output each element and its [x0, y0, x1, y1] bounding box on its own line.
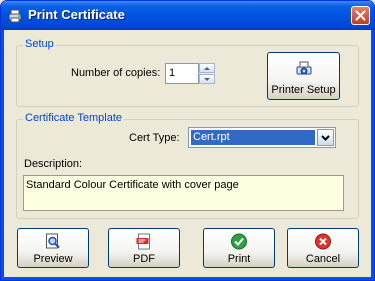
- window-frame-right: [371, 30, 374, 280]
- cert-type-dropdown-button[interactable]: [317, 129, 334, 146]
- print-button[interactable]: Print: [203, 228, 275, 268]
- cancel-label: Cancel: [305, 253, 341, 265]
- cancel-icon: [315, 233, 331, 250]
- preview-label: Preview: [33, 253, 73, 265]
- copies-spinner: [199, 63, 215, 84]
- printer-setup-icon: [296, 61, 311, 75]
- pdf-icon: [136, 233, 150, 250]
- description-label: Description:: [24, 158, 83, 170]
- cert-type-label: Cert Type:: [129, 132, 180, 144]
- arrow-up-icon: [204, 67, 210, 70]
- pdf-button[interactable]: PDF: [108, 228, 180, 268]
- preview-icon: [46, 233, 60, 249]
- printer-app-icon: [8, 9, 22, 23]
- cancel-button[interactable]: Cancel: [287, 228, 359, 268]
- copies-label: Number of copies:: [71, 67, 161, 79]
- cert-type-select[interactable]: Cert.rpt: [188, 127, 336, 148]
- description-field[interactable]: Standard Colour Certificate with cover p…: [23, 175, 344, 211]
- pdf-label: PDF: [133, 253, 155, 265]
- chevron-down-icon: [321, 135, 330, 141]
- description-value: Standard Colour Certificate with cover p…: [26, 179, 239, 191]
- arrow-down-icon: [204, 78, 210, 81]
- printer-setup-label: Printer Setup: [271, 84, 336, 96]
- copies-value: 1: [169, 67, 176, 79]
- close-button[interactable]: [351, 6, 370, 25]
- print-label: Print: [227, 253, 251, 265]
- spin-down-button[interactable]: [199, 74, 215, 84]
- window-title: Print Certificate: [28, 7, 125, 22]
- certificate-template-legend: Certificate Template: [23, 112, 125, 124]
- printer-setup-button[interactable]: Printer Setup: [267, 52, 340, 100]
- print-certificate-dialog: Print Certificate Setup Number of copies…: [0, 0, 375, 281]
- preview-button[interactable]: Preview: [17, 228, 89, 268]
- cert-type-selected: Cert.rpt: [191, 130, 315, 145]
- checkmark-icon: [231, 233, 247, 250]
- close-icon: [355, 10, 366, 21]
- setup-legend: Setup: [23, 38, 56, 50]
- window-frame-bottom: [1, 277, 374, 280]
- cert-type-value: Cert.rpt: [193, 131, 230, 143]
- spin-up-button[interactable]: [199, 63, 215, 73]
- title-bar[interactable]: Print Certificate: [1, 1, 374, 30]
- copies-input[interactable]: 1: [165, 63, 199, 84]
- window-frame-left: [1, 30, 4, 280]
